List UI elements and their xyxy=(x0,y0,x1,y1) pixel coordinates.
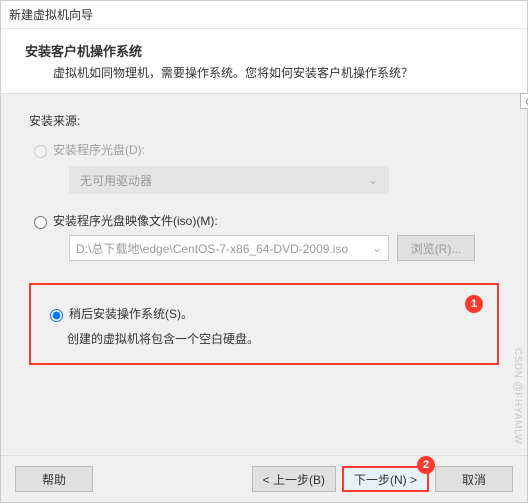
chevron-down-icon: ⌄ xyxy=(372,241,382,255)
wizard-content: 安装来源: 安装程序光盘(D): 无可用驱动器 ⌄ 安装程序光盘映像文件(iso… xyxy=(1,94,527,383)
later-desc: 创建的虚拟机将包含一个空白硬盘。 xyxy=(67,330,483,347)
footer-right: < 上一步(B) 下一步(N) > 2 取消 xyxy=(252,466,513,492)
help-button[interactable]: 帮助 xyxy=(15,466,93,492)
radio-disc-label: 安装程序光盘(D): xyxy=(53,141,145,158)
cancel-button[interactable]: 取消 xyxy=(435,466,513,492)
disc-drive-value: 无可用驱动器 xyxy=(80,172,152,189)
browse-button[interactable]: 浏览(R)... xyxy=(397,235,475,261)
page-title: 安装客户机操作系统 xyxy=(21,41,507,60)
next-button-wrap: 下一步(N) > 2 xyxy=(342,466,429,492)
page-subtitle: 虚拟机如同物理机，需要操作系统。您将如何安装客户机操作系统？ xyxy=(21,64,507,81)
radio-later-label: 稍后安装操作系统(S)。 xyxy=(69,305,193,322)
iso-row: D:\总下载地\edge\CentOS-7-x86_64-DVD-2009.is… xyxy=(69,235,499,261)
install-source-label: 安装来源: xyxy=(29,112,499,129)
chevron-down-icon: ⌄ xyxy=(368,173,378,187)
radio-iso-label: 安装程序光盘映像文件(iso)(M): xyxy=(53,212,218,229)
wizard-header: 安装客户机操作系统 虚拟机如同物理机，需要操作系统。您将如何安装客户机操作系统？ xyxy=(1,29,527,94)
back-button[interactable]: < 上一步(B) xyxy=(252,466,336,492)
disc-drive-dropdown: 无可用驱动器 ⌄ xyxy=(69,166,389,194)
wizard-footer: 帮助 < 上一步(B) 下一步(N) > 2 取消 xyxy=(1,455,527,502)
watermark: CSDN @FHYAMLW xyxy=(512,348,523,444)
radio-disc-input xyxy=(34,145,47,158)
wizard-window: 新建虚拟机向导 〈 安装客户机操作系统 虚拟机如同物理机，需要操作系统。您将如何… xyxy=(0,0,528,503)
radio-option-disc: 安装程序光盘(D): xyxy=(29,141,499,158)
annotation-badge-2: 2 xyxy=(417,456,435,474)
later-option-box: 1 稍后安装操作系统(S)。 创建的虚拟机将包含一个空白硬盘。 xyxy=(29,283,499,365)
iso-path-value: D:\总下载地\edge\CentOS-7-x86_64-DVD-2009.is… xyxy=(76,240,348,257)
radio-option-iso[interactable]: 安装程序光盘映像文件(iso)(M): xyxy=(29,212,499,229)
annotation-badge-1: 1 xyxy=(465,295,483,313)
next-button[interactable]: 下一步(N) > xyxy=(342,466,429,492)
iso-path-input[interactable]: D:\总下载地\edge\CentOS-7-x86_64-DVD-2009.is… xyxy=(69,235,389,261)
radio-option-later[interactable]: 稍后安装操作系统(S)。 xyxy=(45,305,483,322)
side-handle[interactable]: 〈 xyxy=(520,93,528,109)
radio-later-input[interactable] xyxy=(50,309,63,322)
window-title: 新建虚拟机向导 xyxy=(9,8,93,22)
radio-iso-input[interactable] xyxy=(34,216,47,229)
titlebar[interactable]: 新建虚拟机向导 xyxy=(1,1,527,29)
chevron-left-icon: 〈 xyxy=(519,93,528,110)
